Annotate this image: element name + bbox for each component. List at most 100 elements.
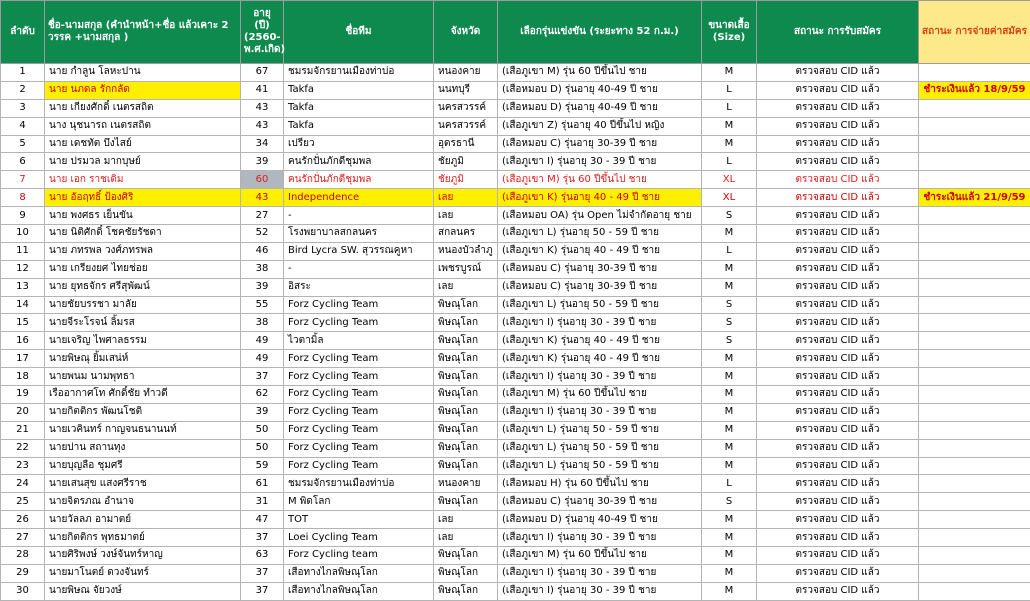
- cell-no[interactable]: 27: [1, 529, 45, 547]
- cell-category[interactable]: (เสือภูเขา M) รุ่น 60 ปีขึ้นไป ชาย: [498, 171, 702, 189]
- cell-name[interactable]: นาย กำลูน โลหะปาน: [45, 64, 241, 82]
- cell-status[interactable]: ตรวจสอบ CID แล้ว: [757, 421, 919, 439]
- cell-category[interactable]: (เสือภูเขา K) รุ่นอายุ 40 - 49 ปี ชาย: [498, 242, 702, 260]
- cell-name[interactable]: เรืออากาศโท ศักดิ์ชัย ทำวดี: [45, 386, 241, 404]
- cell-age[interactable]: 50: [241, 439, 284, 457]
- cell-team[interactable]: เปรียว: [284, 135, 434, 153]
- cell-age[interactable]: 62: [241, 386, 284, 404]
- cell-province[interactable]: นครสวรรค์: [434, 99, 498, 117]
- header-name[interactable]: ชื่อ-นามสกุล (คำนำหน้า+ชื่อ แล้วเคาะ 2 ว…: [45, 1, 241, 64]
- header-age[interactable]: อายุ (ปี) (2560-พ.ศ.เกิด): [241, 1, 284, 64]
- cell-name[interactable]: นาย เกียงศักดิ์ เนตรสถิต: [45, 99, 241, 117]
- cell-province[interactable]: นครสวรรค์: [434, 117, 498, 135]
- cell-payment[interactable]: [919, 64, 1030, 82]
- cell-province[interactable]: หนองบัวลำภู: [434, 242, 498, 260]
- cell-size[interactable]: M: [702, 225, 757, 243]
- cell-status[interactable]: ตรวจสอบ CID แล้ว: [757, 511, 919, 529]
- cell-status[interactable]: ตรวจสอบ CID แล้ว: [757, 582, 919, 600]
- cell-category[interactable]: (เสือหมอบ C) รุ่นอายุ 30-39 ปี ชาย: [498, 493, 702, 511]
- cell-payment[interactable]: [919, 117, 1030, 135]
- cell-no[interactable]: 28: [1, 547, 45, 565]
- cell-payment[interactable]: [919, 582, 1030, 600]
- cell-name[interactable]: นายกิตติกร พุทธมาตย์: [45, 529, 241, 547]
- cell-size[interactable]: S: [702, 493, 757, 511]
- cell-category[interactable]: (เสือภูเขา L) รุ่นอายุ 50 - 59 ปี ชาย: [498, 439, 702, 457]
- cell-payment[interactable]: [919, 493, 1030, 511]
- cell-status[interactable]: ตรวจสอบ CID แล้ว: [757, 171, 919, 189]
- cell-status[interactable]: ตรวจสอบ CID แล้ว: [757, 207, 919, 225]
- cell-size[interactable]: S: [702, 296, 757, 314]
- cell-payment[interactable]: [919, 350, 1030, 368]
- cell-category[interactable]: (เสือหมอบ H) รุ่น 60 ปีขึ้นไป ชาย: [498, 475, 702, 493]
- cell-team[interactable]: คนรักปั่นภักดีชุมพล: [284, 153, 434, 171]
- cell-no[interactable]: 1: [1, 64, 45, 82]
- cell-name[interactable]: นายเจริญ ไพศาลธรรม: [45, 332, 241, 350]
- cell-category[interactable]: (เสือหมอบ D) รุ่นอายุ 40-49 ปี ชาย: [498, 99, 702, 117]
- cell-payment[interactable]: [919, 421, 1030, 439]
- cell-no[interactable]: 30: [1, 582, 45, 600]
- cell-team[interactable]: -: [284, 207, 434, 225]
- cell-team[interactable]: TOT: [284, 511, 434, 529]
- cell-no[interactable]: 26: [1, 511, 45, 529]
- cell-category[interactable]: (เสือภูเขา K) รุ่นอายุ 40 - 49 ปี ชาย: [498, 350, 702, 368]
- cell-payment[interactable]: [919, 260, 1030, 278]
- cell-status[interactable]: ตรวจสอบ CID แล้ว: [757, 350, 919, 368]
- cell-team[interactable]: อิสระ: [284, 278, 434, 296]
- cell-category[interactable]: (เสือภูเขา K) รุ่นอายุ 40 - 49 ปี ชาย: [498, 189, 702, 207]
- cell-no[interactable]: 4: [1, 117, 45, 135]
- cell-province[interactable]: เพชรบูรณ์: [434, 260, 498, 278]
- cell-no[interactable]: 24: [1, 475, 45, 493]
- cell-size[interactable]: M: [702, 564, 757, 582]
- cell-age[interactable]: 37: [241, 564, 284, 582]
- cell-team[interactable]: Forz Cycling Team: [284, 457, 434, 475]
- cell-age[interactable]: 27: [241, 207, 284, 225]
- cell-size[interactable]: M: [702, 368, 757, 386]
- cell-no[interactable]: 29: [1, 564, 45, 582]
- cell-no[interactable]: 8: [1, 189, 45, 207]
- cell-size[interactable]: M: [702, 260, 757, 278]
- cell-province[interactable]: พิษณุโลก: [434, 493, 498, 511]
- cell-province[interactable]: เลย: [434, 511, 498, 529]
- cell-age[interactable]: 37: [241, 368, 284, 386]
- cell-payment[interactable]: [919, 529, 1030, 547]
- cell-no[interactable]: 5: [1, 135, 45, 153]
- cell-age[interactable]: 37: [241, 529, 284, 547]
- cell-team[interactable]: Forz Cycling Team: [284, 296, 434, 314]
- cell-province[interactable]: พิษณุโลก: [434, 564, 498, 582]
- cell-size[interactable]: M: [702, 278, 757, 296]
- cell-payment[interactable]: [919, 547, 1030, 565]
- cell-status[interactable]: ตรวจสอบ CID แล้ว: [757, 64, 919, 82]
- cell-team[interactable]: ชมรมจักรยานเมืองท่าบ่อ: [284, 475, 434, 493]
- cell-name[interactable]: นายวัลลภ อามาตย์: [45, 511, 241, 529]
- cell-payment[interactable]: [919, 368, 1030, 386]
- cell-no[interactable]: 13: [1, 278, 45, 296]
- cell-no[interactable]: 18: [1, 368, 45, 386]
- cell-team[interactable]: Forz Cycling Team: [284, 350, 434, 368]
- cell-size[interactable]: M: [702, 457, 757, 475]
- cell-category[interactable]: (เสือหมอบ C) รุ่นอายุ 30-39 ปี ชาย: [498, 260, 702, 278]
- cell-age[interactable]: 34: [241, 135, 284, 153]
- cell-payment[interactable]: [919, 475, 1030, 493]
- cell-name[interactable]: นายกิตติกร พัฒนโชติ: [45, 403, 241, 421]
- cell-name[interactable]: นาย นภดล รักกลัด: [45, 81, 241, 99]
- cell-size[interactable]: L: [702, 475, 757, 493]
- header-category[interactable]: เลือกรุ่นแข่งขัน (ระยะทาง 52 ก.ม.): [498, 1, 702, 64]
- cell-payment[interactable]: ชำระเงินแล้ว 21/9/59: [919, 189, 1030, 207]
- cell-no[interactable]: 9: [1, 207, 45, 225]
- cell-province[interactable]: ชัยภูมิ: [434, 153, 498, 171]
- cell-province[interactable]: พิษณุโลก: [434, 314, 498, 332]
- cell-status[interactable]: ตรวจสอบ CID แล้ว: [757, 529, 919, 547]
- cell-status[interactable]: ตรวจสอบ CID แล้ว: [757, 99, 919, 117]
- cell-team[interactable]: ชมรมจักรยานเมืองท่าบ่อ: [284, 64, 434, 82]
- cell-age[interactable]: 39: [241, 403, 284, 421]
- cell-payment[interactable]: [919, 439, 1030, 457]
- cell-category[interactable]: (เสือภูเขา Z) รุ่นอายุ 40 ปีขึ้นไป หญิง: [498, 117, 702, 135]
- cell-name[interactable]: นายพิษณ จัยวงษ์: [45, 582, 241, 600]
- cell-no[interactable]: 22: [1, 439, 45, 457]
- cell-team[interactable]: Takfa: [284, 117, 434, 135]
- cell-size[interactable]: M: [702, 547, 757, 565]
- cell-payment[interactable]: [919, 314, 1030, 332]
- cell-status[interactable]: ตรวจสอบ CID แล้ว: [757, 475, 919, 493]
- cell-age[interactable]: 59: [241, 457, 284, 475]
- cell-age[interactable]: 50: [241, 421, 284, 439]
